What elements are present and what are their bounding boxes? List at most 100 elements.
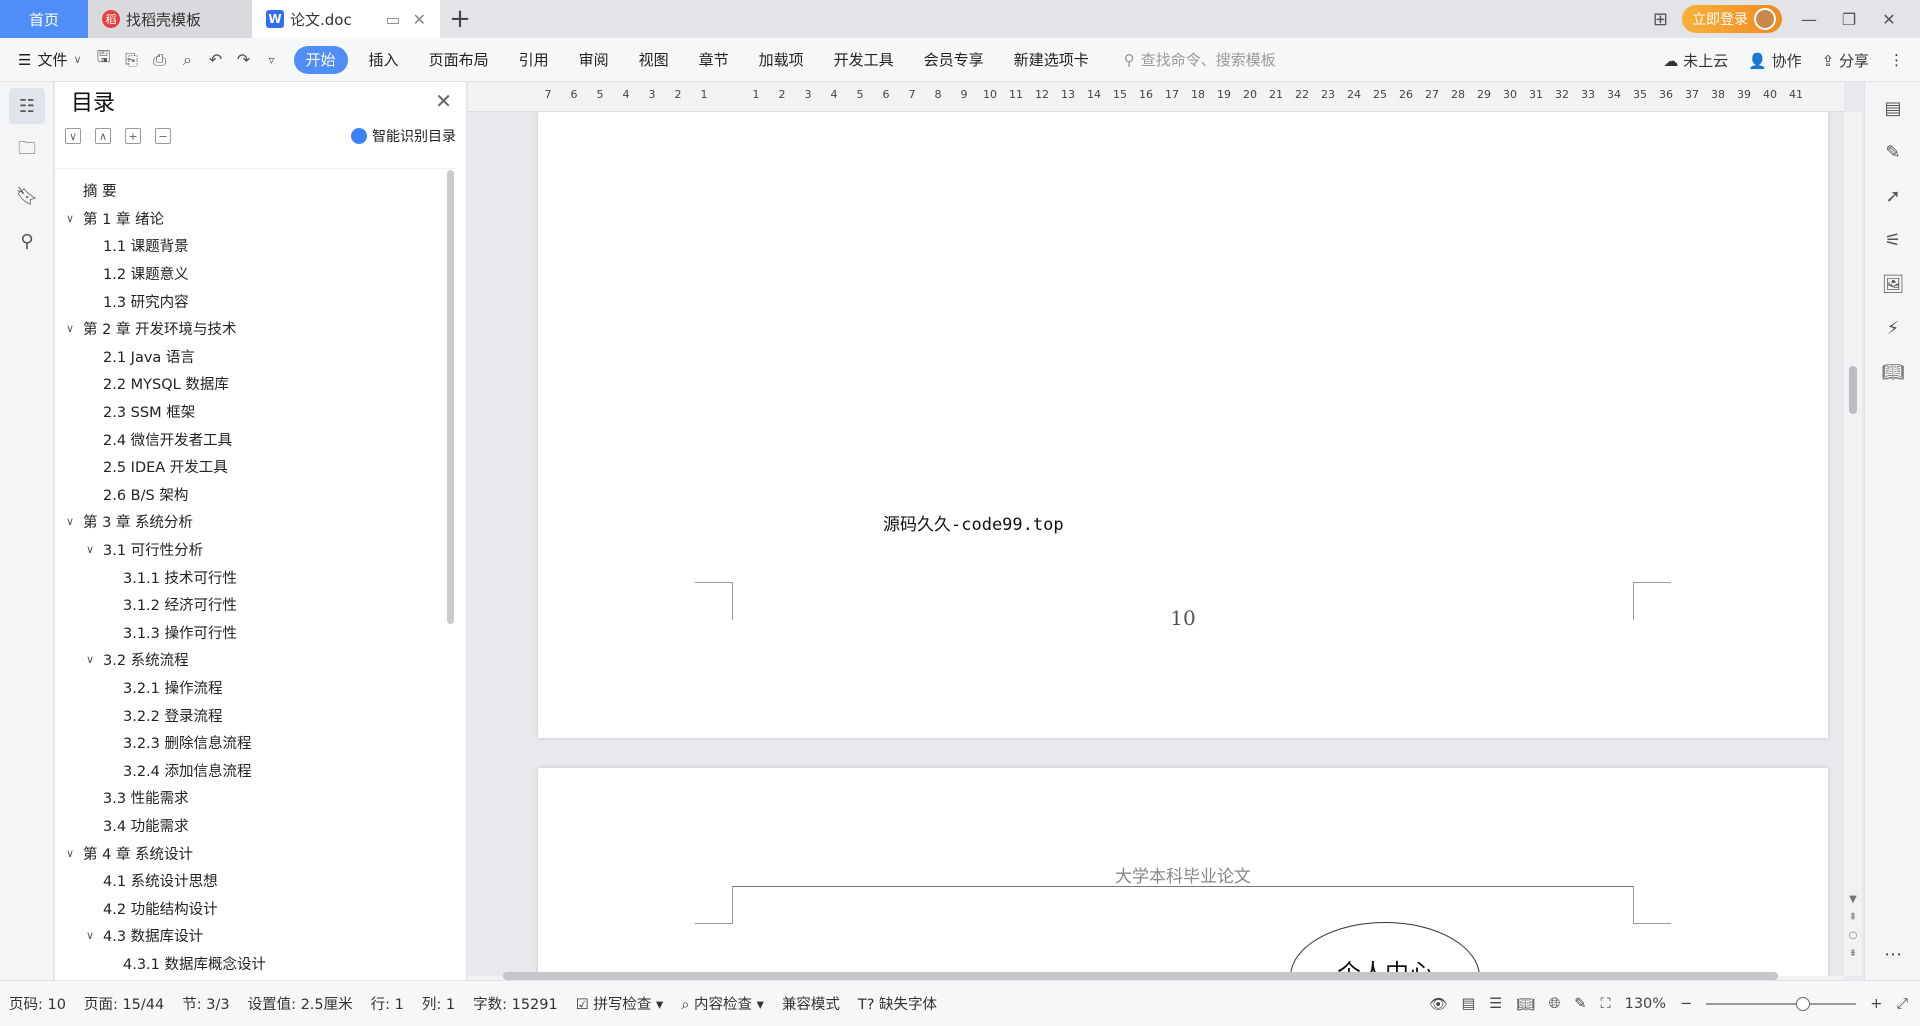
menu-tab[interactable]: 章节: [684, 46, 744, 74]
web-view-icon[interactable]: 🌐︎: [1549, 996, 1561, 1012]
close-icon[interactable]: ✕: [435, 89, 452, 113]
chevron-down-icon[interactable]: ∨: [83, 929, 97, 942]
menu-tab[interactable]: 会员专享: [909, 46, 999, 74]
print-icon[interactable]: ⎙: [150, 50, 170, 70]
menu-tab[interactable]: 插入: [354, 46, 414, 74]
more-icon[interactable]: ⋮: [1889, 51, 1904, 69]
apps-grid-icon[interactable]: ⊞: [1653, 9, 1668, 30]
toc-panel-icon[interactable]: ☷: [9, 88, 45, 124]
export-icon[interactable]: ⎘: [122, 50, 142, 70]
vertical-scrollbar[interactable]: ▼ ⇞ ○ ⇟: [1844, 112, 1862, 976]
scroll-down-icon[interactable]: ▼: [1844, 894, 1862, 905]
collab-button[interactable]: 👤 协作: [1748, 50, 1801, 71]
toc-item[interactable]: 2.6 B/S 架构: [55, 481, 455, 509]
status-section[interactable]: 节: 3/3: [173, 993, 238, 1014]
reading-view-icon[interactable]: 📖︎: [1516, 996, 1534, 1013]
toc-item[interactable]: ∨ 第 1 章 绪论: [55, 205, 455, 233]
missing-font-button[interactable]: T? 缺失字体: [849, 993, 946, 1014]
smart-toc-button[interactable]: 智能识别目录: [351, 126, 456, 146]
chevron-down-icon[interactable]: ∨: [63, 322, 77, 335]
zoom-out-icon[interactable]: −: [1680, 996, 1692, 1012]
select-browse-icon[interactable]: ○: [1844, 930, 1862, 941]
spell-check-button[interactable]: ☑ 拼写检查 ▾: [567, 993, 673, 1014]
status-words[interactable]: 字数: 15291: [464, 993, 567, 1014]
bookmark-icon[interactable]: 🔖︎: [9, 178, 45, 214]
toc-item[interactable]: 3.2.1 操作流程: [55, 674, 455, 702]
toc-item[interactable]: ∨ 4.3 数据库设计: [55, 922, 455, 950]
toc-item[interactable]: 2.5 IDEA 开发工具: [55, 453, 455, 481]
zoom-in-icon[interactable]: +: [1870, 996, 1882, 1012]
tab-templates[interactable]: 稻 找稻壳模板: [88, 0, 252, 38]
toc-item[interactable]: 1.1 课题背景: [55, 232, 455, 260]
content-check-button[interactable]: ⌕ 内容检查 ▾: [672, 993, 773, 1014]
book-icon[interactable]: 📖︎: [1865, 350, 1920, 394]
toc-item[interactable]: ∨ 3.2 系统流程: [55, 646, 455, 674]
new-tab-button[interactable]: +: [440, 0, 480, 38]
status-page-code[interactable]: 页码: 10: [0, 993, 75, 1014]
share-button[interactable]: ⇪ 分享: [1822, 50, 1869, 71]
print-preview-icon[interactable]: ⌕: [178, 50, 198, 70]
menu-tab[interactable]: 审阅: [564, 46, 624, 74]
tab-home[interactable]: 首页: [0, 0, 88, 38]
navigation-icon[interactable]: 🗀: [9, 133, 45, 169]
chevron-down-icon[interactable]: ∨: [63, 847, 77, 860]
toc-item[interactable]: 2.4 微信开发者工具: [55, 425, 455, 453]
zoom-slider[interactable]: [1706, 997, 1857, 1011]
image-tool-icon[interactable]: 🖼︎: [1865, 262, 1920, 306]
horizontal-ruler[interactable]: 7 6 5 4 3 2 1 1 2 3 4 5 6 7 8 9 10 11 12 13 14 15 16 17 18 19 20 21…: [468, 82, 1844, 112]
menu-tab[interactable]: 加载项: [744, 46, 819, 74]
adjust-icon[interactable]: ⚟: [1865, 218, 1920, 262]
toc-item[interactable]: 2.1 Java 语言: [55, 343, 455, 371]
file-menu[interactable]: ☰ 文件 ∨: [0, 49, 94, 70]
menu-tab[interactable]: 开始: [293, 45, 348, 74]
close-tab-icon[interactable]: ✕: [413, 10, 426, 29]
chevron-down-icon[interactable]: ∨: [63, 515, 77, 528]
scroll-thumb[interactable]: [503, 972, 1778, 980]
scroll-thumb[interactable]: [1849, 366, 1857, 414]
toc-item[interactable]: 3.1.3 操作可行性: [55, 619, 455, 647]
fit-page-icon[interactable]: ⛶: [1600, 996, 1610, 1012]
toc-item[interactable]: 3.2.3 删除信息流程: [55, 729, 455, 757]
write-view-icon[interactable]: ✎: [1574, 996, 1586, 1012]
restore-icon[interactable]: ❐: [1836, 10, 1862, 29]
tab-document[interactable]: W 论文.doc ▭ ✕: [252, 0, 440, 38]
toc-scrollbar[interactable]: [447, 170, 454, 624]
cloud-button[interactable]: ☁ 未上云: [1663, 50, 1728, 71]
lightning-icon[interactable]: ⚡︎: [1865, 306, 1920, 350]
toc-item[interactable]: 3.3 性能需求: [55, 784, 455, 812]
undo-icon[interactable]: ↶: [206, 50, 226, 69]
remove-item-icon[interactable]: −: [155, 128, 171, 144]
toc-item[interactable]: ∨ 第 3 章 系统分析: [55, 508, 455, 536]
menu-tab[interactable]: 页面布局: [414, 46, 504, 74]
pen-icon[interactable]: ✎: [1865, 130, 1920, 174]
add-item-icon[interactable]: +: [125, 128, 141, 144]
toc-item[interactable]: 4.1 系统设计思想: [55, 867, 455, 895]
save-icon[interactable]: 🖫: [94, 46, 114, 73]
toc-item[interactable]: 3.2.4 添加信息流程: [55, 756, 455, 784]
outline-view-icon[interactable]: ☰: [1489, 996, 1502, 1012]
eye-protection-icon[interactable]: 👁︎: [1429, 996, 1447, 1013]
more-tools-icon[interactable]: ⋯: [1865, 932, 1920, 976]
toc-item[interactable]: ∨ 第 4 章 系统设计: [55, 839, 455, 867]
fullscreen-icon[interactable]: ⤢: [1896, 996, 1908, 1012]
pointer-icon[interactable]: ➚: [1865, 174, 1920, 218]
menu-tab[interactable]: 引用: [504, 46, 564, 74]
zoom-slider-knob[interactable]: [1796, 997, 1811, 1011]
status-row[interactable]: 行: 1: [362, 993, 413, 1014]
collapse-all-icon[interactable]: ∧: [95, 128, 111, 144]
menu-tab[interactable]: 开发工具: [819, 46, 909, 74]
toc-item[interactable]: 3.1.2 经济可行性: [55, 591, 455, 619]
toc-item[interactable]: 4.2 功能结构设计: [55, 894, 455, 922]
status-page[interactable]: 页面: 15/44: [75, 993, 173, 1014]
toc-item[interactable]: ∨ 第 2 章 开发环境与技术: [55, 315, 455, 343]
toc-item[interactable]: ∨ 3.1 可行性分析: [55, 536, 455, 564]
toc-item[interactable]: 3.4 功能需求: [55, 812, 455, 840]
page-view-icon[interactable]: ▤: [1462, 996, 1476, 1012]
toc-item[interactable]: 2.2 MYSQL 数据库: [55, 370, 455, 398]
toc-item[interactable]: 3.1.1 技术可行性: [55, 563, 455, 591]
chevron-down-icon[interactable]: ∨: [63, 212, 77, 225]
minimize-icon[interactable]: —: [1796, 10, 1822, 29]
login-button[interactable]: 立即登录: [1682, 5, 1782, 33]
toc-item[interactable]: 1.2 课题意义: [55, 260, 455, 288]
toc-item[interactable]: 3.2.2 登录流程: [55, 701, 455, 729]
